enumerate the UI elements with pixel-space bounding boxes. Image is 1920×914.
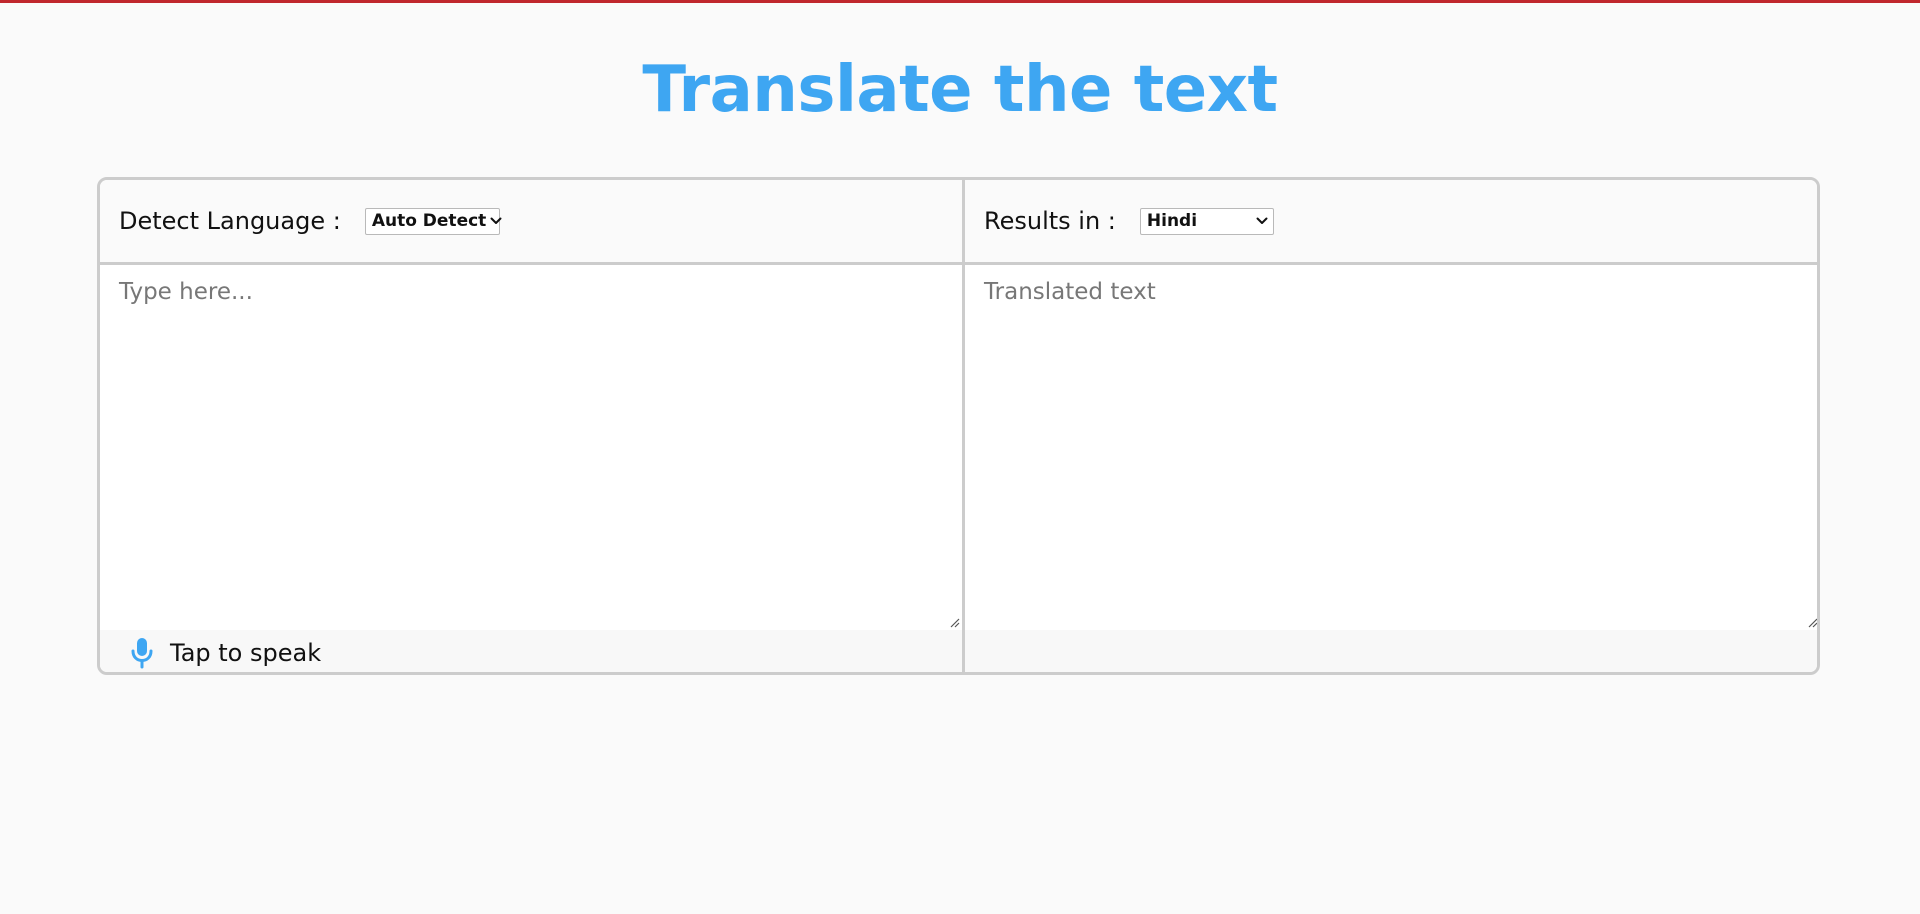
tap-to-speak-button[interactable]: Tap to speak bbox=[130, 637, 321, 669]
chevron-down-icon bbox=[1256, 217, 1268, 224]
resize-handle-icon[interactable] bbox=[950, 618, 960, 628]
source-pane: Detect Language : Auto Detect Type here.… bbox=[100, 180, 962, 672]
resize-handle-icon[interactable] bbox=[1808, 618, 1818, 628]
target-footer bbox=[965, 630, 1817, 672]
tap-to-speak-label: Tap to speak bbox=[170, 638, 322, 667]
page-title: Translate the text bbox=[642, 53, 1278, 127]
detect-language-label: Detect Language : bbox=[119, 207, 341, 235]
translator-panel: Detect Language : Auto Detect Type here.… bbox=[97, 177, 1820, 675]
source-footer: Tap to speak bbox=[100, 630, 962, 672]
source-language-value: Auto Detect bbox=[371, 211, 487, 231]
top-accent-bar bbox=[0, 0, 1920, 3]
target-pane: Results in : Hindi Translated text bbox=[962, 180, 1818, 672]
microphone-icon bbox=[131, 637, 153, 668]
source-text-input[interactable]: Type here... bbox=[100, 265, 962, 630]
results-in-label: Results in : bbox=[984, 207, 1116, 235]
chevron-down-icon bbox=[490, 217, 502, 224]
source-language-select[interactable]: Auto Detect bbox=[364, 207, 502, 235]
target-placeholder: Translated text bbox=[984, 279, 1156, 305]
target-header: Results in : Hindi bbox=[965, 180, 1817, 265]
target-language-value: Hindi bbox=[1146, 211, 1198, 231]
source-placeholder: Type here... bbox=[119, 279, 253, 305]
source-header: Detect Language : Auto Detect bbox=[100, 180, 962, 265]
target-language-select[interactable]: Hindi bbox=[1139, 207, 1274, 235]
translated-text-output[interactable]: Translated text bbox=[965, 265, 1818, 630]
